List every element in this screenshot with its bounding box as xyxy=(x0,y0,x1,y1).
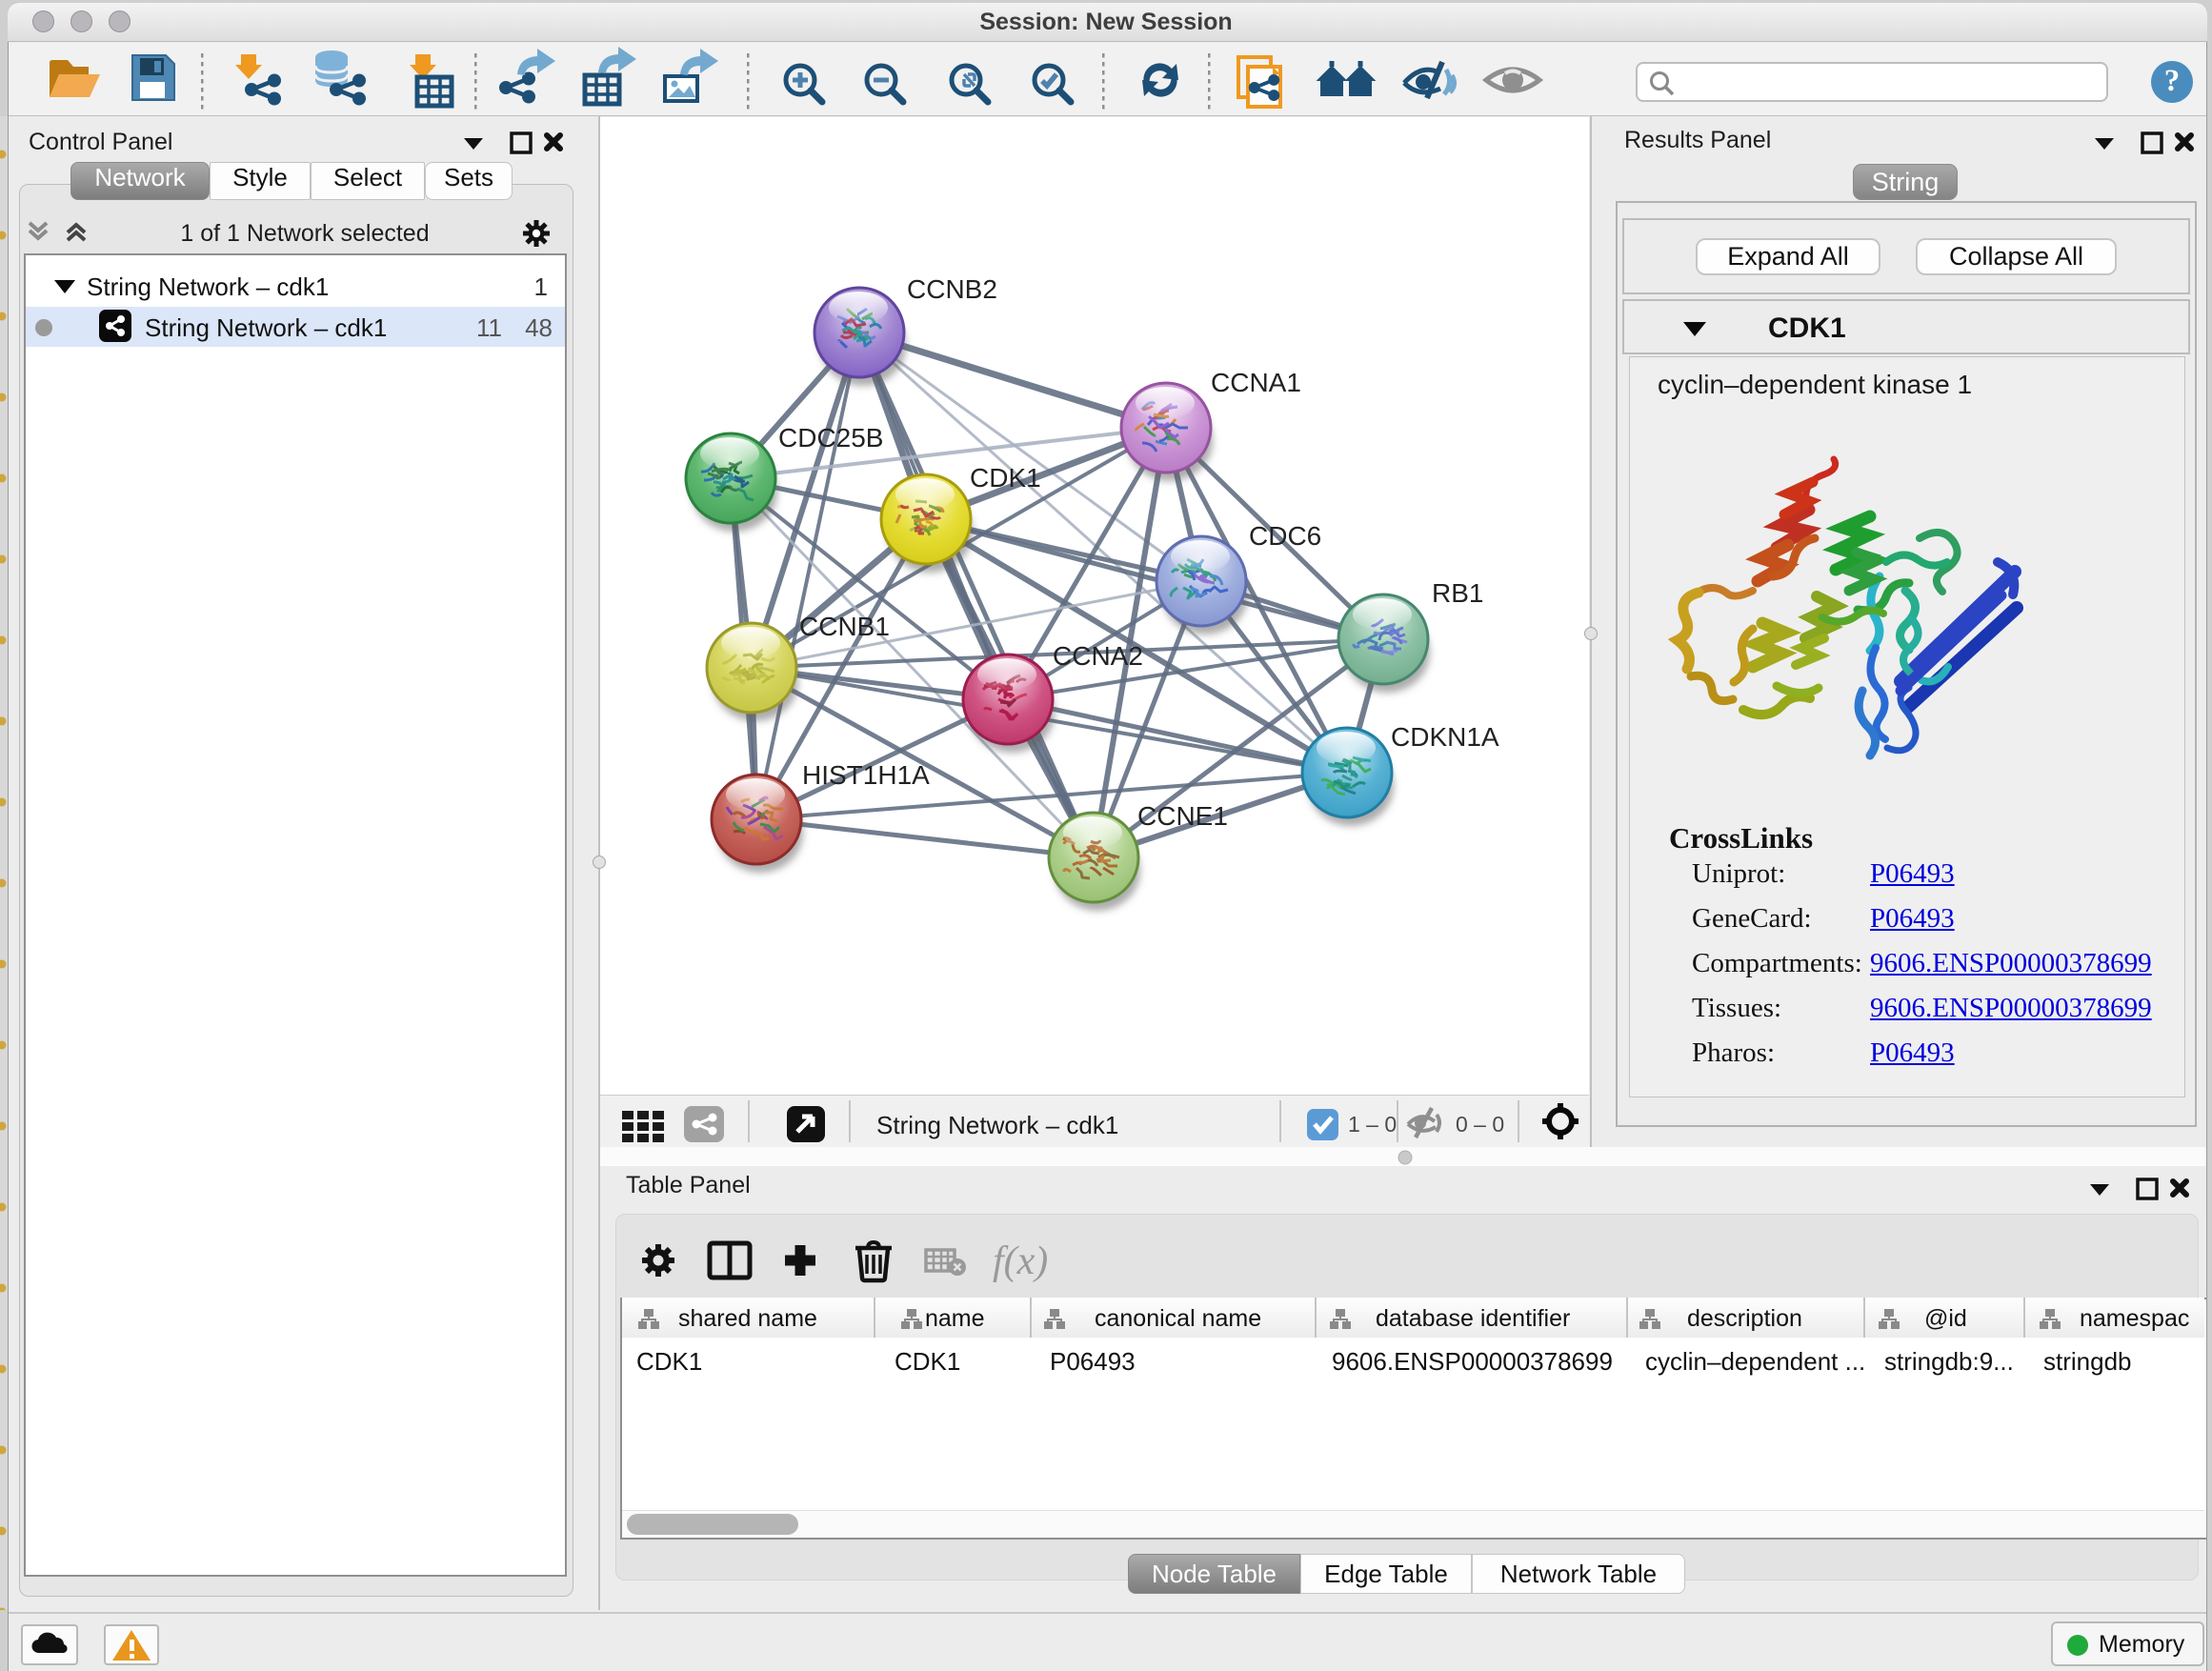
svg-text:canonical name: canonical name xyxy=(1095,1305,1261,1332)
svg-text:name: name xyxy=(925,1305,985,1332)
svg-text:CDK1: CDK1 xyxy=(970,463,1041,493)
svg-text:CCNB2: CCNB2 xyxy=(907,274,997,304)
svg-text:RB1: RB1 xyxy=(1432,578,1483,608)
svg-text:CDC25B: CDC25B xyxy=(778,423,883,453)
svg-text:shared name: shared name xyxy=(678,1305,817,1332)
svg-text:description: description xyxy=(1687,1305,1802,1332)
svg-text:namespac: namespac xyxy=(2080,1305,2189,1332)
svg-text:CCNB1: CCNB1 xyxy=(799,612,890,641)
svg-text:f(x): f(x) xyxy=(993,1239,1048,1283)
svg-text:String Network – cdk1: String Network – cdk1 xyxy=(876,1111,1118,1139)
svg-text:CCNE1: CCNE1 xyxy=(1137,801,1228,831)
svg-text:CDKN1A: CDKN1A xyxy=(1391,722,1499,752)
svg-text:CCNA1: CCNA1 xyxy=(1211,368,1301,397)
svg-text:1 – 0: 1 – 0 xyxy=(1348,1112,1397,1137)
svg-text:@id: @id xyxy=(1924,1305,1967,1332)
svg-text:HIST1H1A: HIST1H1A xyxy=(802,760,930,790)
svg-text:database identifier: database identifier xyxy=(1376,1305,1570,1332)
svg-text:CCNA2: CCNA2 xyxy=(1053,641,1143,671)
svg-text:CDC6: CDC6 xyxy=(1249,521,1321,551)
svg-text:0 – 0: 0 – 0 xyxy=(1456,1112,1504,1137)
